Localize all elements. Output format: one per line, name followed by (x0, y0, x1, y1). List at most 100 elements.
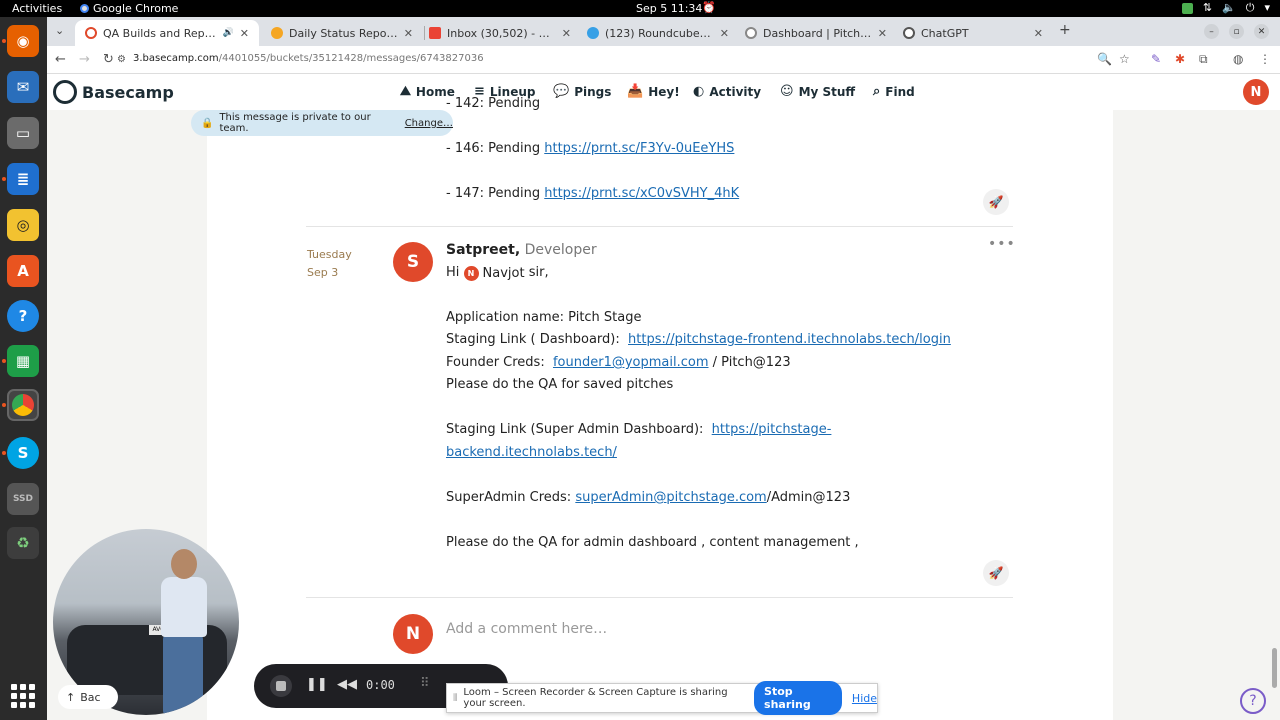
close-icon[interactable]: ✕ (240, 27, 249, 40)
page-scrollbar[interactable] (1272, 648, 1277, 688)
hide-sharing-bar-link[interactable]: Hide (852, 692, 877, 705)
staging-link[interactable]: https://pitchstage-frontend.itechnolabs.… (628, 332, 951, 347)
url-path: /4401055/buckets/35121428/messages/67438… (218, 53, 484, 64)
thunderbird-icon[interactable]: ✉ (7, 71, 39, 103)
new-tab-icon[interactable]: + (1059, 22, 1071, 38)
boost-icon[interactable]: 🚀 (983, 560, 1009, 586)
rhythmbox-icon[interactable]: ◎ (7, 209, 39, 241)
minimize-icon[interactable]: – (1204, 24, 1219, 39)
restart-icon[interactable]: ◀◀ (337, 677, 357, 692)
mention-navjot[interactable]: N Navjot (463, 266, 525, 281)
profile-icon[interactable]: ◍ (1233, 52, 1243, 66)
help-icon[interactable]: ? (1240, 688, 1266, 714)
mention-name: Navjot (482, 266, 525, 281)
nav-find[interactable]: ⌕ Find (873, 84, 915, 99)
screenshot-link[interactable]: https://prnt.sc/xC0vSVHY_4hK (544, 186, 739, 201)
tray-app-icon (1181, 3, 1193, 14)
chrome-menu-icon[interactable]: ⋮ (1259, 52, 1271, 66)
bookmark-star-icon[interactable]: ☆ (1119, 52, 1130, 66)
close-icon[interactable]: ✕ (720, 27, 729, 40)
superadmin-email-link[interactable]: superAdmin@pitchstage.com (575, 490, 766, 505)
pause-icon[interactable]: ❚❚ (306, 677, 328, 692)
site-info-icon[interactable]: ⚙ (117, 54, 126, 65)
system-clock[interactable]: Sep 5 11:34 (636, 2, 702, 15)
author-name[interactable]: Satpreet, (446, 242, 520, 258)
running-indicator (2, 451, 6, 455)
back-icon[interactable]: ← (55, 52, 66, 67)
greeting-suffix: sir, (528, 265, 549, 280)
tab-label: Dashboard | Pitch Stage (763, 26, 872, 40)
system-tray[interactable]: ⇅ 🔈 ⏻ ▾ (1181, 1, 1270, 15)
skype-icon[interactable]: S (7, 437, 39, 469)
close-icon[interactable]: ✕ (878, 27, 887, 40)
firefox-icon[interactable]: ◉ (7, 25, 39, 57)
stop-icon (276, 681, 286, 691)
writer-icon[interactable]: ≣ (7, 163, 39, 195)
calc-icon[interactable]: ▦ (7, 345, 39, 377)
nav-activity[interactable]: ◐ Activity (693, 84, 761, 99)
network-icon: ⇅ (1202, 1, 1213, 14)
change-visibility-link[interactable]: Change… (405, 118, 453, 129)
chrome-dock-icon[interactable] (7, 389, 39, 421)
tray-menu-icon: ▾ (1264, 1, 1270, 14)
tab-roundcube[interactable]: (123) Roundcube Webm ✕ (577, 20, 739, 46)
drag-handle-icon[interactable]: ⦀ (453, 693, 457, 704)
zoom-icon[interactable]: 🔍 (1097, 52, 1112, 66)
close-window-icon[interactable]: ✕ (1254, 24, 1269, 39)
drag-handle-icon[interactable]: ⠿ (420, 676, 430, 691)
reload-icon[interactable]: ↻ (103, 52, 114, 67)
trash-icon[interactable]: ♻ (7, 527, 39, 559)
alarm-icon: ⏰ (702, 1, 716, 14)
stop-sharing-button[interactable]: Stop sharing (754, 681, 842, 715)
super-admin-link-cont[interactable]: backend.itechnolabs.tech/ (446, 445, 617, 460)
audio-icon: 🔊 (222, 28, 234, 38)
tab-gmail-inbox[interactable]: Inbox (30,502) - navisin ✕ (419, 20, 581, 46)
close-icon[interactable]: ✕ (1034, 27, 1043, 40)
close-icon[interactable]: ✕ (562, 27, 571, 40)
close-icon[interactable]: ✕ (404, 27, 413, 40)
app-center-icon[interactable]: A (7, 255, 39, 287)
files-icon[interactable]: ▭ (7, 117, 39, 149)
tab-qa-builds[interactable]: QA Builds and Report 🔊 ✕ (75, 20, 259, 46)
extensions-icon[interactable]: ⧉ (1199, 52, 1208, 67)
address-bar[interactable]: 3.basecamp.com/4401055/buckets/35121428/… (133, 53, 484, 64)
commenter-avatar: N (393, 614, 433, 654)
nav-label: Pings (574, 84, 612, 99)
recording-icon (85, 27, 97, 39)
greeting-line: Hi N Navjot sir, (446, 265, 549, 281)
founder-email-link[interactable]: founder1@yopmail.com (553, 355, 709, 370)
message-thread-card (207, 110, 1113, 720)
pings-icon: 💬 (553, 84, 570, 99)
back-button[interactable]: ↑ Bac (58, 685, 118, 709)
activities-button[interactable]: Activities (12, 2, 62, 15)
nav-label: Hey! (648, 84, 680, 99)
active-app-indicator[interactable]: Google Chrome (80, 2, 178, 15)
restore-icon[interactable]: ▫ (1229, 24, 1244, 39)
message-options-icon[interactable]: ••• (988, 236, 1016, 252)
tab-search-icon[interactable]: ⌄ (55, 24, 64, 37)
author-avatar[interactable]: S (393, 242, 433, 282)
screenshot-link[interactable]: https://prnt.sc/F3Yv-0uEeYHS (544, 141, 734, 156)
tab-chatgpt[interactable]: ChatGPT ✕ (893, 20, 1053, 46)
nav-pings[interactable]: 💬 Pings (553, 84, 611, 99)
nav-hey[interactable]: 📥 Hey! (627, 84, 680, 99)
user-avatar[interactable]: N (1243, 79, 1269, 105)
app-name-line: Application name: Pitch Stage (446, 310, 642, 325)
extension-badge-icon[interactable]: ✱ (1175, 52, 1185, 66)
tab-daily-status[interactable]: Daily Status Report - I ✕ (261, 20, 423, 46)
comment-input[interactable]: Add a comment here… (446, 621, 607, 637)
ssd-drive-icon[interactable]: SSD (7, 483, 39, 515)
pen-extension-icon[interactable]: ✎ (1151, 52, 1161, 66)
line-text: - 146: Pending (446, 141, 545, 156)
boost-icon[interactable]: 🚀 (983, 189, 1009, 215)
nav-my-stuff[interactable]: ☺ My Stuff (780, 84, 855, 99)
forward-icon[interactable]: → (79, 52, 90, 67)
chatgpt-icon (903, 27, 915, 39)
show-apps-icon[interactable] (11, 684, 35, 708)
basecamp-logo[interactable]: Basecamp (53, 80, 174, 104)
tab-pitch-stage-dashboard[interactable]: Dashboard | Pitch Stage ✕ (735, 20, 897, 46)
help-icon[interactable]: ? (7, 300, 39, 332)
super-admin-link[interactable]: https://pitchstage- (712, 422, 832, 437)
banner-text: This message is private to our team. (219, 112, 371, 134)
stop-recording-button[interactable] (270, 675, 292, 697)
